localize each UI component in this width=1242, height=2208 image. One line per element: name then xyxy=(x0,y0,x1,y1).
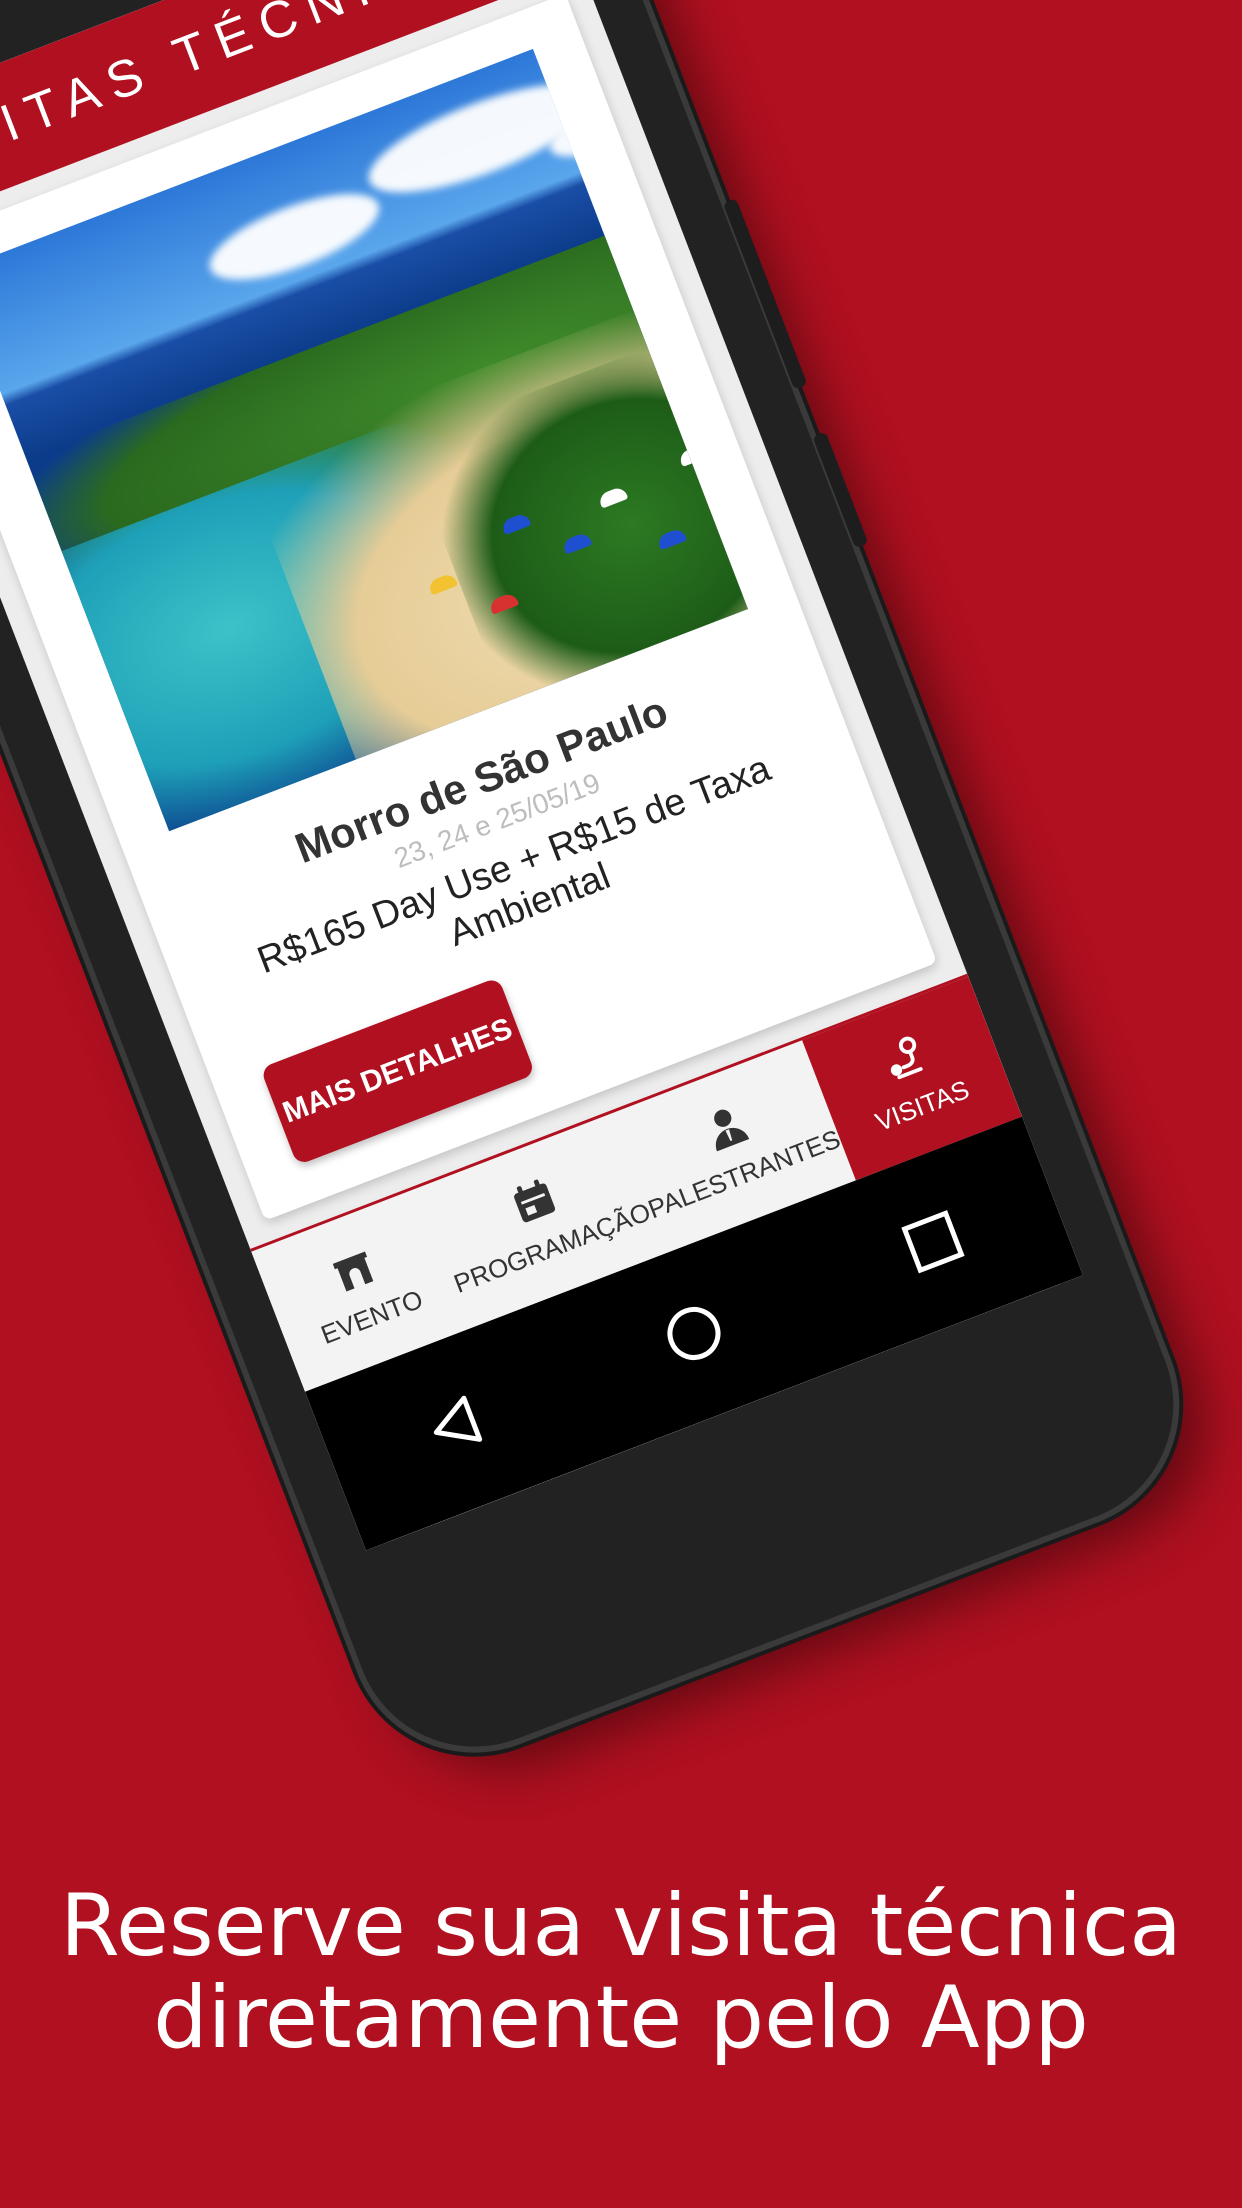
calendar-icon xyxy=(514,1179,556,1222)
phone-mockup: VISITAS TÉCNICAS xyxy=(0,0,1209,1782)
nav-label: VISITAS xyxy=(871,1073,974,1137)
recents-button[interactable] xyxy=(892,1200,975,1283)
cloud-shape xyxy=(199,176,390,298)
home-circle-icon xyxy=(667,1306,721,1360)
recents-square-icon xyxy=(901,1210,965,1274)
promo-line-1: Reserve sua visita técnica xyxy=(60,1876,1182,1976)
promo-caption: Reserve sua visita técnica diretamente p… xyxy=(0,1880,1242,2064)
home-button[interactable] xyxy=(653,1292,736,1375)
promo-line-2: diretamente pelo App xyxy=(153,1968,1089,2068)
arch-icon xyxy=(332,1250,374,1291)
route-pin-icon xyxy=(890,1036,923,1079)
speaker-icon xyxy=(713,1109,750,1151)
nav-label: EVENTO xyxy=(316,1283,427,1350)
back-button[interactable] xyxy=(414,1384,497,1467)
cloud-shape xyxy=(356,62,607,214)
back-triangle-icon xyxy=(433,1395,483,1442)
